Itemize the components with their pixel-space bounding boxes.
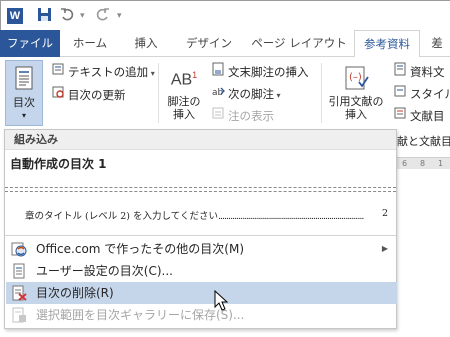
bibliography-button[interactable]: 文献目 [392, 106, 445, 124]
tab-page-layout[interactable]: ページ レイアウト [250, 30, 348, 57]
style-icon [392, 84, 408, 103]
remove-toc-label: 目次の削除(R) [36, 286, 114, 300]
ruler: 6 8 1 [396, 157, 450, 169]
bibliography-icon [392, 106, 408, 125]
toc-gallery-item[interactable]: 自動作成の目次 1 章のタイトル (レベル 2) を入力してください......… [5, 150, 396, 236]
manage-sources-button[interactable]: 資料文 [392, 62, 445, 80]
update-toc-label: 目次の更新 [68, 88, 126, 102]
gallery-dashed-line [5, 191, 396, 192]
show-notes-icon [210, 106, 226, 125]
ribbon-references: 目次 ▾ テキストの追加 ▾ 目次の更新 AB1 脚注の 挿入 文末脚注の挿入 … [0, 57, 450, 129]
gallery-item-title: 自動作成の目次 1 [10, 157, 107, 171]
ruler-mark: 8 [420, 159, 426, 168]
save-to-gallery-icon [12, 307, 26, 323]
citation-icon: (–) [345, 66, 369, 90]
tab-file[interactable]: ファイル [0, 30, 60, 57]
tab-references[interactable]: 参考資料 [354, 30, 420, 58]
dropdown-section-header: 組み込み [5, 130, 396, 150]
mouse-cursor-icon [214, 290, 229, 311]
insert-endnote-button[interactable]: 文末脚注の挿入 [210, 62, 309, 80]
toc-preview-entry-text: 章のタイトル (レベル 2) を入力してください [25, 211, 218, 222]
ruler-mark: 1 [438, 159, 444, 168]
footnote-ab-sup: 1 [192, 70, 198, 80]
update-toc-button[interactable]: 目次の更新 [50, 85, 126, 103]
insert-citation-label-1: 引用文献の [328, 95, 384, 108]
next-footnote-button[interactable]: ab 次の脚注 ▾ [210, 84, 281, 102]
ribbon-group-separator [321, 63, 322, 123]
endnote-icon [210, 62, 226, 81]
bibliography-label: 文献目 [410, 109, 445, 123]
show-notes-label: 注の表示 [228, 109, 274, 123]
gallery-dashed-line [5, 187, 396, 188]
show-notes-button[interactable]: 注の表示 [210, 106, 274, 124]
toc-dropdown-arrow-icon: ▾ [21, 111, 26, 120]
toc-dropdown-menu: 組み込み 自動作成の目次 1 章のタイトル (レベル 2) を入力してください.… [4, 129, 397, 329]
save-icon[interactable] [37, 7, 52, 25]
toc-preview-page: 2 [381, 208, 388, 219]
toc-button[interactable]: 目次 ▾ [5, 60, 43, 126]
insert-footnote-label-1: 脚注の [167, 95, 201, 109]
undo-icon[interactable] [60, 7, 75, 25]
word-logo-icon: W [7, 8, 23, 24]
add-text-icon [50, 62, 66, 81]
toc-button-label: 目次 [13, 96, 35, 109]
custom-toc-item[interactable]: ユーザー設定の目次(C)... [6, 260, 397, 282]
update-toc-icon [50, 85, 66, 104]
style-label: スタイル [410, 87, 450, 101]
insert-footnote-button[interactable]: AB1 脚注の 挿入 [164, 60, 204, 126]
office-com-icon [11, 242, 27, 257]
more-tocs-office-item[interactable]: Office.com で作ったその他の目次(M) ▶ [6, 238, 397, 260]
save-selection-to-gallery-item[interactable]: 選択範囲を目次ギャラリーに保存(S)... [6, 304, 397, 326]
quick-access-toolbar: W ▾ ▾ [0, 0, 450, 30]
citation-style-dropdown[interactable]: スタイル [392, 84, 450, 102]
ribbon-partial-text: 献と文献目 [397, 135, 450, 148]
manage-sources-label: 資料文 [410, 65, 445, 79]
add-text-label: テキストの追加 [68, 65, 149, 79]
tab-design[interactable]: デザイン [176, 30, 242, 57]
remove-toc-icon [12, 285, 27, 301]
custom-toc-icon [13, 263, 25, 279]
toc-preview-entry: 章のタイトル (レベル 2) を入力してください................… [25, 211, 364, 222]
ribbon-group-separator [158, 63, 159, 123]
ribbon-tab-bar: ファイル ホーム 挿入 デザイン ページ レイアウト 参考資料 差 [0, 30, 450, 58]
customize-qat-icon[interactable]: ▾ [117, 7, 122, 25]
submenu-arrow-icon: ▶ [381, 244, 388, 253]
undo-dropdown-icon[interactable]: ▾ [80, 7, 85, 25]
insert-citation-button[interactable]: (–) 引用文献の 挿入 [327, 60, 385, 126]
toc-icon [15, 66, 33, 90]
remove-toc-item[interactable]: 目次の削除(R) [6, 282, 397, 304]
footnote-ab-text: AB [170, 71, 193, 89]
ruler-mark: 6 [402, 159, 408, 168]
footnote-ab-icon: AB1 [164, 70, 204, 89]
next-footnote-label: 次の脚注 [228, 87, 274, 101]
add-text-button[interactable]: テキストの追加 ▾ [50, 62, 155, 80]
custom-toc-label: ユーザー設定の目次(C)... [36, 264, 173, 278]
more-tocs-office-label: Office.com で作ったその他の目次(M) [36, 242, 245, 256]
insert-endnote-label: 文末脚注の挿入 [228, 65, 309, 79]
redo-icon[interactable] [95, 7, 110, 25]
tab-home[interactable]: ホーム [66, 30, 114, 57]
insert-footnote-label-2: 挿入 [173, 108, 195, 122]
tab-insert[interactable]: 挿入 [124, 30, 168, 57]
manage-sources-icon [392, 62, 408, 81]
tab-mailings[interactable]: 差 [426, 30, 448, 57]
insert-citation-label-2: 挿入 [345, 108, 367, 121]
svg-text:(–): (–) [349, 72, 362, 83]
next-footnote-icon: ab [210, 84, 226, 103]
